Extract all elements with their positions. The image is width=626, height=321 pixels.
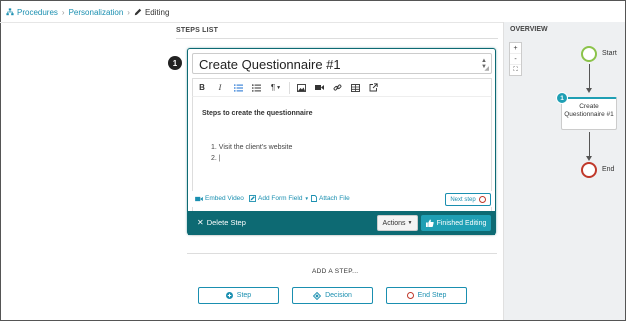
actions-dropdown-button[interactable]: Actions ▼ bbox=[377, 215, 418, 231]
pencil-icon bbox=[134, 8, 142, 16]
close-icon: ✕ bbox=[197, 218, 204, 227]
thumbs-up-icon bbox=[425, 219, 434, 227]
breadcrumb-procedures[interactable]: Procedures bbox=[6, 8, 58, 17]
hierarchy-icon bbox=[6, 8, 14, 16]
insert-image-button[interactable] bbox=[292, 79, 310, 97]
add-step-label: ADD A STEP... bbox=[312, 268, 359, 275]
file-icon bbox=[311, 195, 317, 202]
caret-down-icon: ▼ bbox=[407, 220, 413, 226]
paragraph-dropdown[interactable]: ¶ ▼ bbox=[265, 79, 287, 97]
text-cursor: | bbox=[218, 155, 221, 162]
header-divider bbox=[0, 22, 506, 23]
toolbar-separator bbox=[289, 81, 290, 94]
fit-screen-button[interactable]: ⛶ bbox=[510, 65, 521, 75]
breadcrumb-label: Procedures bbox=[17, 7, 58, 17]
video-icon bbox=[314, 85, 324, 90]
steps-divider bbox=[176, 38, 498, 39]
step-number-badge: 1 bbox=[168, 56, 182, 70]
resize-handle-icon[interactable]: ◢ bbox=[484, 65, 489, 72]
form-field-icon bbox=[249, 195, 256, 202]
attach-file-link[interactable]: Attach File bbox=[311, 195, 350, 202]
add-decision-button[interactable]: Decision bbox=[292, 287, 373, 304]
flow-start-label: Start bbox=[602, 50, 617, 57]
caret-down-icon: ▼ bbox=[276, 84, 282, 91]
rich-text-toolbar: B I ¶ ▼ bbox=[192, 78, 492, 96]
flow-connector bbox=[589, 64, 590, 90]
overview-panel: OVERVIEW + - ⛶ Start Create Questionnair… bbox=[503, 22, 625, 320]
chevron-right-icon: › bbox=[61, 7, 65, 17]
ordered-list-icon bbox=[233, 84, 243, 91]
overview-title: OVERVIEW bbox=[510, 26, 548, 33]
breadcrumb: Procedures › Personalization › Editing bbox=[6, 6, 169, 18]
end-circle-icon bbox=[478, 196, 486, 203]
add-step-button[interactable]: Step bbox=[198, 287, 279, 304]
zoom-in-button[interactable]: + bbox=[510, 43, 521, 54]
next-step-button[interactable]: Next step bbox=[445, 193, 491, 206]
link-icon bbox=[333, 84, 341, 91]
step-title-input[interactable]: Create Questionnaire #1 ▲ ▼ ◢ bbox=[192, 53, 492, 74]
step-title-text: Create Questionnaire #1 bbox=[199, 57, 341, 72]
flow-step-node[interactable]: Create Questionnaire #1 bbox=[561, 97, 617, 130]
add-end-step-button[interactable]: End Step bbox=[386, 287, 467, 304]
breadcrumb-current: Editing bbox=[134, 8, 169, 17]
decision-diamond-icon bbox=[313, 291, 322, 300]
list-item: 2. | bbox=[211, 155, 221, 162]
delete-step-button[interactable]: ✕ Delete Step bbox=[197, 218, 246, 227]
ordered-list-button[interactable] bbox=[229, 79, 247, 97]
plus-circle-icon bbox=[225, 292, 233, 299]
breadcrumb-label: Personalization bbox=[68, 7, 124, 17]
add-form-field-link[interactable]: Add Form Field ▼ bbox=[249, 195, 309, 202]
chevron-right-icon: › bbox=[127, 7, 130, 17]
flow-start-node[interactable] bbox=[581, 46, 597, 62]
image-icon bbox=[296, 83, 306, 92]
fit-screen-icon: ⛶ bbox=[513, 66, 518, 73]
bold-button[interactable]: B bbox=[193, 79, 211, 97]
step-footer-bar: ✕ Delete Step Actions ▼ Finished Editing bbox=[188, 211, 495, 235]
embed-video-link[interactable]: Embed Video bbox=[195, 195, 244, 202]
list-item: 1. Visit the client's website bbox=[211, 144, 293, 151]
flow-end-node[interactable] bbox=[581, 162, 597, 178]
external-link-icon bbox=[369, 83, 378, 92]
insert-video-button[interactable] bbox=[310, 79, 328, 97]
caret-down-icon: ▼ bbox=[304, 196, 309, 201]
breadcrumb-label: Editing bbox=[144, 7, 170, 17]
paragraph-icon: ¶ bbox=[270, 83, 276, 92]
content-heading: Steps to create the questionnaire bbox=[202, 110, 313, 117]
insert-link-button[interactable] bbox=[328, 79, 346, 97]
insert-table-button[interactable] bbox=[346, 79, 364, 97]
steps-divider bbox=[187, 253, 497, 254]
arrow-down-icon bbox=[586, 156, 592, 161]
table-icon bbox=[350, 83, 360, 92]
zoom-out-button[interactable]: - bbox=[510, 54, 521, 65]
step-editor-card: Create Questionnaire #1 ▲ ▼ ◢ B I ¶ ▼ St… bbox=[187, 48, 496, 236]
arrow-down-icon bbox=[586, 88, 592, 93]
flow-connector bbox=[589, 132, 590, 158]
italic-button[interactable]: I bbox=[211, 79, 229, 97]
steps-list-label: STEPS LIST bbox=[176, 27, 219, 34]
external-link-button[interactable] bbox=[364, 79, 382, 97]
zoom-controls: + - ⛶ bbox=[509, 42, 522, 76]
flow-step-number: 1 bbox=[556, 92, 568, 104]
breadcrumb-personalization[interactable]: Personalization bbox=[69, 8, 124, 17]
video-icon bbox=[195, 196, 203, 201]
bullet-list-button[interactable] bbox=[247, 79, 265, 97]
flow-end-label: End bbox=[602, 166, 615, 173]
end-circle-icon bbox=[406, 292, 414, 299]
finished-editing-button[interactable]: Finished Editing bbox=[421, 215, 491, 231]
bullet-list-icon bbox=[251, 83, 261, 92]
